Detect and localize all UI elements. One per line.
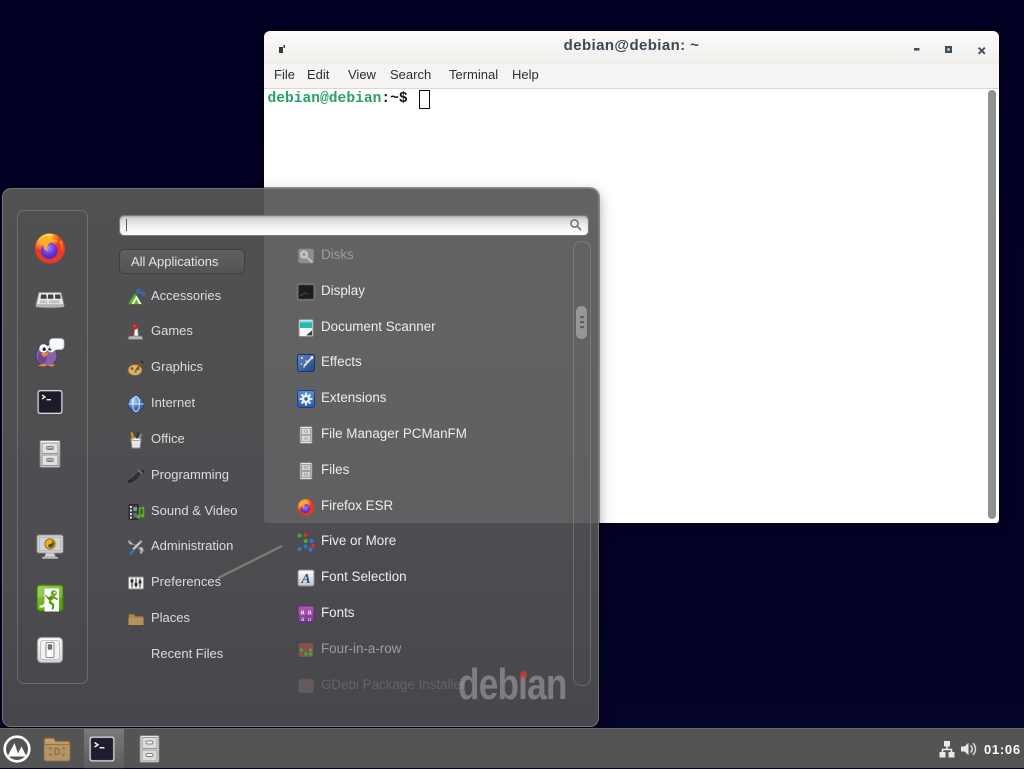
svg-text:a: a [308, 616, 311, 623]
svg-text:a: a [301, 616, 305, 623]
svg-text:A: A [300, 572, 310, 587]
